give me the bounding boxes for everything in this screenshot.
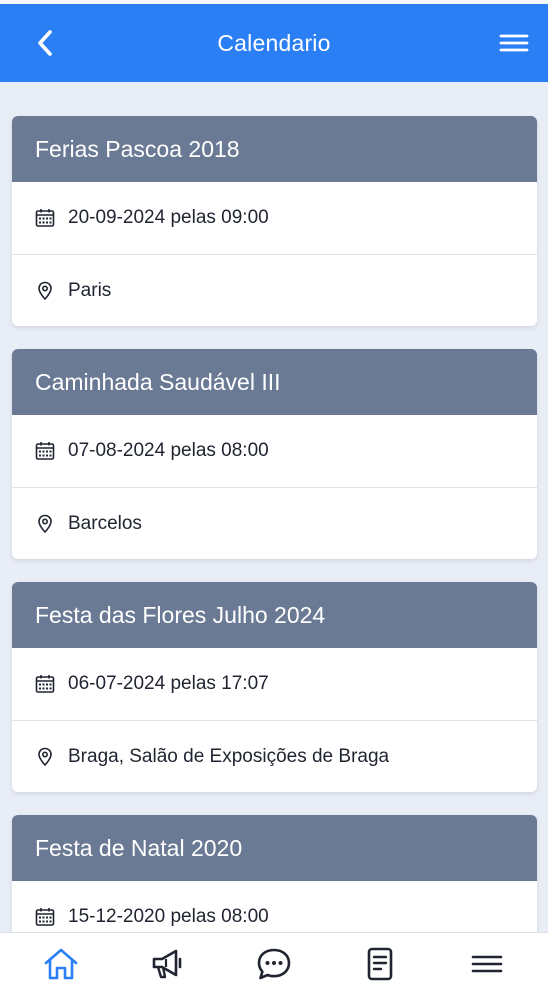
menu-button[interactable] bbox=[498, 28, 530, 58]
chat-bubble-icon bbox=[257, 948, 291, 979]
app-screen: Calendario Ferias Pascoa 2018 20-09-2024… bbox=[0, 0, 548, 1004]
calendar-icon bbox=[35, 907, 55, 927]
event-location-row: Paris bbox=[12, 254, 537, 326]
page-title: Calendario bbox=[217, 29, 331, 56]
event-location-row: Barcelos bbox=[12, 487, 537, 559]
event-card[interactable]: Caminhada Saudável III 07-08-2024 pelas … bbox=[12, 349, 537, 559]
document-icon bbox=[368, 947, 393, 980]
nav-announcements[interactable] bbox=[138, 939, 198, 989]
nav-documents[interactable] bbox=[350, 939, 410, 989]
top-app-bar: Calendario bbox=[0, 0, 548, 82]
event-datetime: 06-07-2024 pelas 17:07 bbox=[68, 673, 269, 694]
event-datetime: 07-08-2024 pelas 08:00 bbox=[68, 440, 269, 461]
event-datetime-row: 07-08-2024 pelas 08:00 bbox=[12, 415, 537, 487]
event-card[interactable]: Ferias Pascoa 2018 20-09-2024 pelas 09:0… bbox=[12, 116, 537, 326]
calendar-icon bbox=[35, 441, 55, 461]
event-card[interactable]: Festa das Flores Julho 2024 06-07-2024 p… bbox=[12, 582, 537, 792]
event-list: Ferias Pascoa 2018 20-09-2024 pelas 09:0… bbox=[12, 116, 537, 976]
event-datetime: 20-09-2024 pelas 09:00 bbox=[68, 207, 269, 228]
event-title: Ferias Pascoa 2018 bbox=[12, 116, 537, 182]
event-title: Festa de Natal 2020 bbox=[12, 815, 537, 881]
nav-more-menu[interactable] bbox=[457, 939, 517, 989]
calendar-icon bbox=[35, 208, 55, 228]
location-pin-icon bbox=[35, 281, 55, 301]
hamburger-menu-icon bbox=[471, 955, 503, 972]
event-datetime-row: 20-09-2024 pelas 09:00 bbox=[12, 182, 537, 254]
event-location: Paris bbox=[68, 279, 112, 301]
event-title: Caminhada Saudável III bbox=[12, 349, 537, 415]
hamburger-menu-icon bbox=[499, 34, 529, 52]
event-datetime: 15-12-2020 pelas 08:00 bbox=[68, 906, 269, 927]
chevron-left-icon bbox=[38, 30, 52, 56]
event-title: Festa das Flores Julho 2024 bbox=[12, 582, 537, 648]
home-icon bbox=[44, 948, 78, 979]
megaphone-icon bbox=[152, 949, 181, 978]
bottom-navigation bbox=[0, 932, 548, 1004]
event-location: Barcelos bbox=[68, 512, 142, 534]
nav-home[interactable] bbox=[31, 939, 91, 989]
location-pin-icon bbox=[35, 747, 55, 767]
location-pin-icon bbox=[35, 514, 55, 534]
calendar-icon bbox=[35, 674, 55, 694]
back-button[interactable] bbox=[30, 28, 60, 58]
event-datetime-row: 06-07-2024 pelas 17:07 bbox=[12, 648, 537, 720]
nav-messages[interactable] bbox=[244, 939, 304, 989]
event-location: Braga, Salão de Exposições de Braga bbox=[68, 745, 390, 767]
event-location-row: Braga, Salão de Exposições de Braga bbox=[12, 720, 537, 792]
